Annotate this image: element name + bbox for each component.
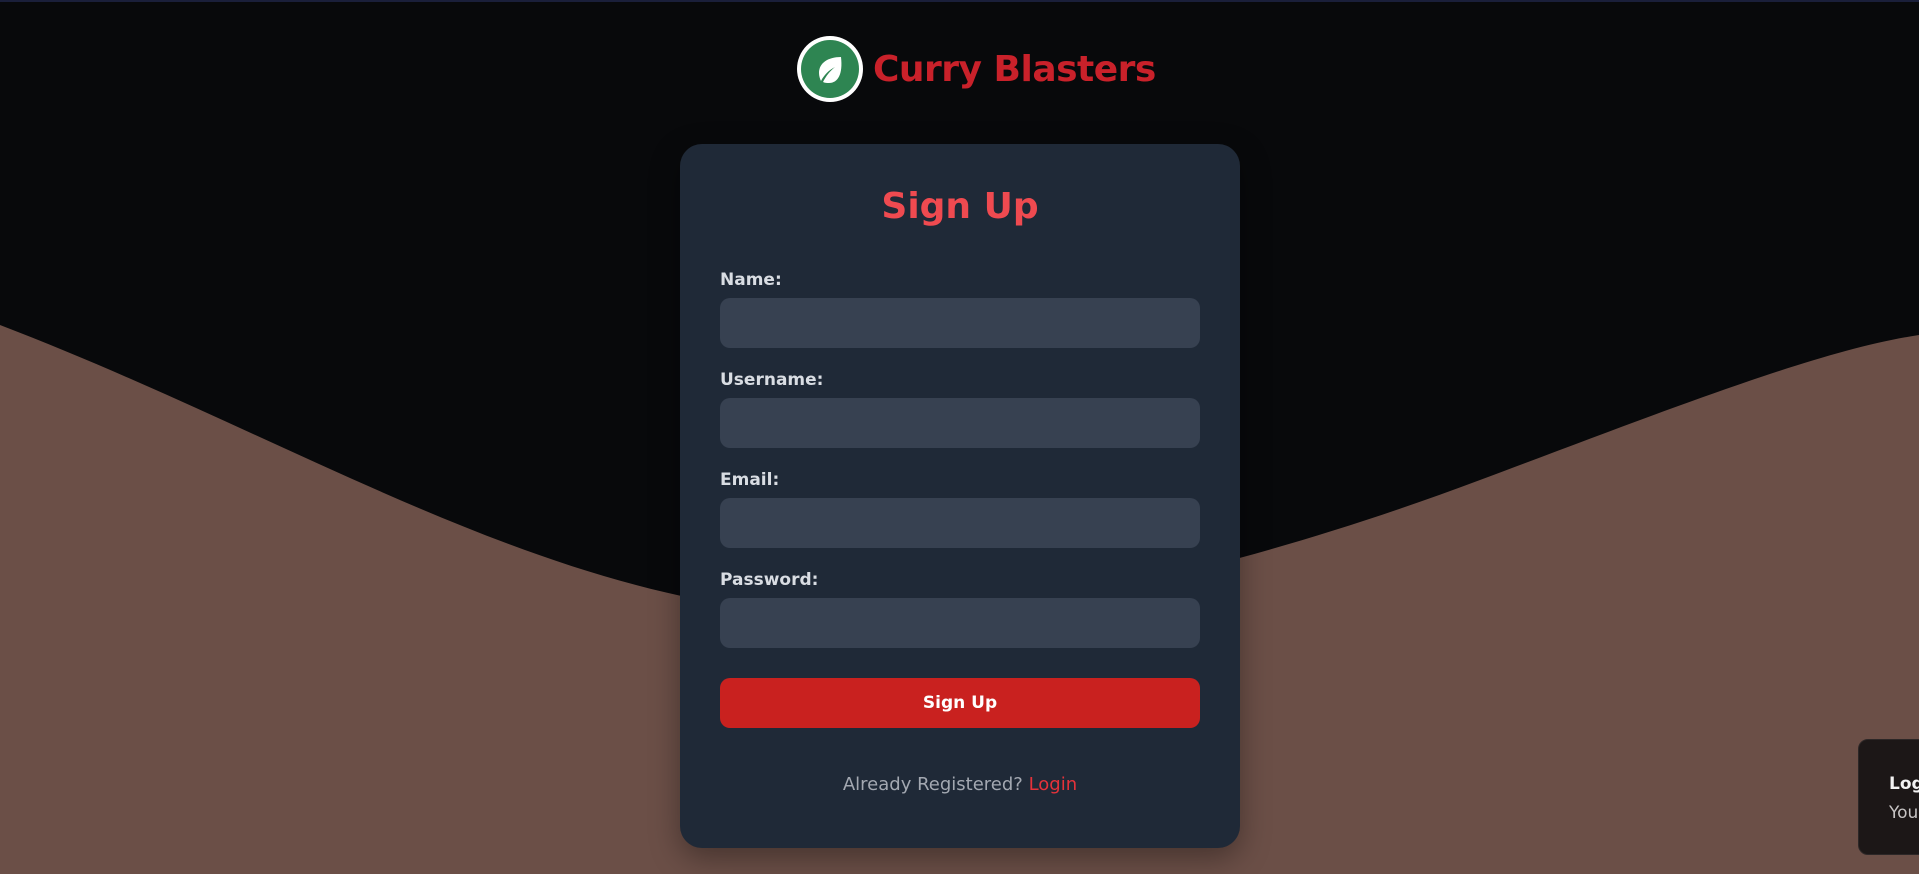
page-title: Sign Up [881, 186, 1039, 227]
email-field[interactable] [720, 498, 1200, 548]
page: Curry Blasters Sign Up Name: Username: E… [0, 0, 1919, 874]
password-field[interactable] [720, 598, 1200, 648]
toast-title: Log [1889, 774, 1919, 794]
toast-notification[interactable]: Log You [1858, 739, 1919, 855]
toast-message: You [1889, 803, 1919, 823]
name-field[interactable] [720, 298, 1200, 348]
brand-name: Curry Blasters [873, 48, 1156, 90]
login-prompt: Already Registered? Login [680, 774, 1240, 795]
already-registered-text: Already Registered? [842, 774, 1023, 795]
leaf-icon [801, 40, 859, 98]
logo [797, 36, 863, 102]
username-field[interactable] [720, 398, 1200, 448]
username-label: Username: [720, 370, 824, 390]
email-label: Email: [720, 470, 780, 490]
signup-card: Sign Up Name: Username: Email: Password:… [680, 144, 1240, 848]
brand-header: Curry Blasters [797, 33, 1156, 105]
login-link[interactable]: Login [1029, 774, 1078, 795]
password-label: Password: [720, 570, 819, 590]
name-label: Name: [720, 270, 782, 290]
signup-button[interactable]: Sign Up [720, 678, 1200, 728]
